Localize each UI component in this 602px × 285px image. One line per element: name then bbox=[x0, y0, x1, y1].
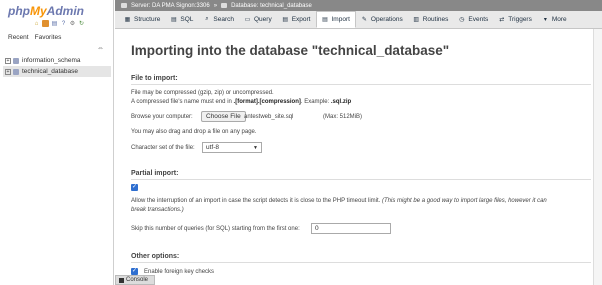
favorites-tab[interactable]: Favorites bbox=[35, 34, 62, 41]
partial-import-legend: Partial import: bbox=[131, 170, 591, 180]
file-to-import-section: File to import: File may be compressed (… bbox=[131, 75, 591, 165]
tab-operations[interactable]: ✎ Operations bbox=[356, 11, 408, 28]
database-name[interactable]: technical_database bbox=[22, 68, 78, 75]
tab-import[interactable]: ▤ Import bbox=[315, 11, 356, 28]
database-item-technical-database[interactable]: + technical_database bbox=[3, 66, 111, 77]
drag-drop-note: You may also drag and drop a file on any… bbox=[131, 129, 257, 135]
triggers-icon: ⇄ bbox=[499, 17, 505, 23]
sql-icon: ▤ bbox=[171, 17, 177, 23]
chevron-down-icon: ▼ bbox=[253, 144, 258, 151]
tab-search[interactable]: ⌕ Search bbox=[198, 11, 239, 28]
database-icon bbox=[13, 68, 19, 75]
help-icon[interactable]: ? bbox=[60, 20, 67, 27]
breadcrumb-server[interactable]: Server: DA PMA Signon:3306 bbox=[131, 3, 210, 9]
navigation-icons: ⌂ ▤ ? ⚙ ↻ bbox=[33, 20, 85, 27]
operations-icon: ✎ bbox=[361, 17, 367, 23]
expand-icon[interactable]: + bbox=[5, 57, 11, 64]
home-icon[interactable]: ⌂ bbox=[33, 20, 40, 27]
settings-icon[interactable]: ⚙ bbox=[69, 20, 76, 27]
allow-interrupt-text: Allow the interruption of an import in c… bbox=[131, 198, 547, 204]
database-item-information-schema[interactable]: + information_schema bbox=[3, 55, 111, 66]
logout-icon[interactable] bbox=[42, 20, 49, 27]
console-label: Console bbox=[126, 277, 149, 283]
chevron-down-icon: ▾ bbox=[543, 17, 547, 23]
database-icon bbox=[13, 57, 19, 64]
console-toggle[interactable]: Console bbox=[115, 275, 155, 285]
choose-file-button[interactable]: Choose File bbox=[201, 111, 246, 122]
events-icon: ◷ bbox=[459, 17, 465, 23]
max-size-note: (Max: 512MiB) bbox=[323, 114, 363, 120]
vertical-scrollbar[interactable] bbox=[593, 29, 602, 285]
partial-import-section: Partial import: ✓ Allow the interruption… bbox=[131, 170, 591, 240]
expand-icon[interactable]: + bbox=[5, 68, 11, 75]
other-options-legend: Other options: bbox=[131, 253, 591, 263]
database-icon bbox=[221, 3, 228, 8]
breadcrumb-database[interactable]: Database: technical_database bbox=[231, 3, 312, 9]
compression-note: File may be compressed (gzip, zip) or un… bbox=[131, 90, 274, 96]
navigation-panel: phpMyAdmin ⌂ ▤ ? ⚙ ↻ Recent Favorites ⇔ … bbox=[0, 0, 114, 285]
allow-interrupt-checkbox[interactable]: ✓ bbox=[131, 184, 138, 191]
main-content: Importing into the database "technical_d… bbox=[115, 29, 602, 285]
routines-icon: ▥ bbox=[413, 17, 420, 23]
navigation-tabs: Recent Favorites bbox=[8, 34, 61, 41]
tab-query[interactable]: ▭ Query bbox=[239, 11, 277, 28]
tab-sql[interactable]: ▤ SQL bbox=[165, 11, 198, 28]
chosen-file-name: antestweb_site.sql bbox=[244, 114, 294, 120]
reload-icon[interactable]: ↻ bbox=[78, 20, 85, 27]
tab-triggers[interactable]: ⇄ Triggers bbox=[493, 11, 537, 28]
tab-export[interactable]: ▤ Export bbox=[277, 11, 316, 28]
tab-structure[interactable]: ▦ Structure bbox=[119, 11, 165, 28]
browse-label: Browse your computer: bbox=[131, 114, 193, 120]
database-name[interactable]: information_schema bbox=[22, 57, 81, 64]
docs-icon[interactable]: ▤ bbox=[51, 20, 58, 27]
tab-events[interactable]: ◷ Events bbox=[453, 11, 493, 28]
structure-icon: ▦ bbox=[124, 17, 131, 23]
top-menu-tabs: ▦ Structure ▤ SQL ⌕ Search ▭ Query ▤ Export ▤… bbox=[115, 11, 602, 29]
file-name-note: A compressed file's name must end in .[f… bbox=[131, 99, 352, 105]
allow-interrupt-note: break transactions.) bbox=[131, 207, 184, 213]
charset-select[interactable]: utf-8 ▼ bbox=[202, 142, 262, 153]
skip-queries-input[interactable]: 0 bbox=[311, 223, 391, 234]
recent-tab[interactable]: Recent bbox=[8, 34, 29, 41]
breadcrumb-separator: » bbox=[213, 2, 218, 9]
search-icon: ⌕ bbox=[205, 16, 209, 22]
tab-more[interactable]: ▾ More bbox=[537, 11, 572, 28]
charset-value: utf-8 bbox=[206, 144, 220, 151]
foreign-keys-checkbox[interactable]: ✓ bbox=[131, 268, 138, 275]
phpmyadmin-logo[interactable]: phpMyAdmin bbox=[8, 4, 84, 18]
export-icon: ▤ bbox=[282, 17, 289, 23]
console-icon bbox=[119, 277, 124, 283]
collapse-all-icon[interactable]: ⇔ bbox=[97, 45, 104, 52]
skip-queries-label: Skip this number of queries (for SQL) st… bbox=[131, 226, 300, 232]
page-title: Importing into the database "technical_d… bbox=[131, 43, 450, 58]
import-icon: ▤ bbox=[322, 17, 328, 23]
query-icon: ▭ bbox=[244, 17, 251, 23]
breadcrumb: Server: DA PMA Signon:3306 » Database: t… bbox=[115, 0, 602, 11]
server-icon bbox=[121, 3, 127, 8]
charset-label: Character set of the file: bbox=[131, 145, 195, 151]
tab-routines[interactable]: ▥ Routines bbox=[408, 11, 454, 28]
other-options-section: Other options: ✓ Enable foreign key chec… bbox=[131, 253, 591, 283]
database-tree: + information_schema + technical_databas… bbox=[3, 55, 111, 77]
file-to-import-legend: File to import: bbox=[131, 75, 591, 85]
